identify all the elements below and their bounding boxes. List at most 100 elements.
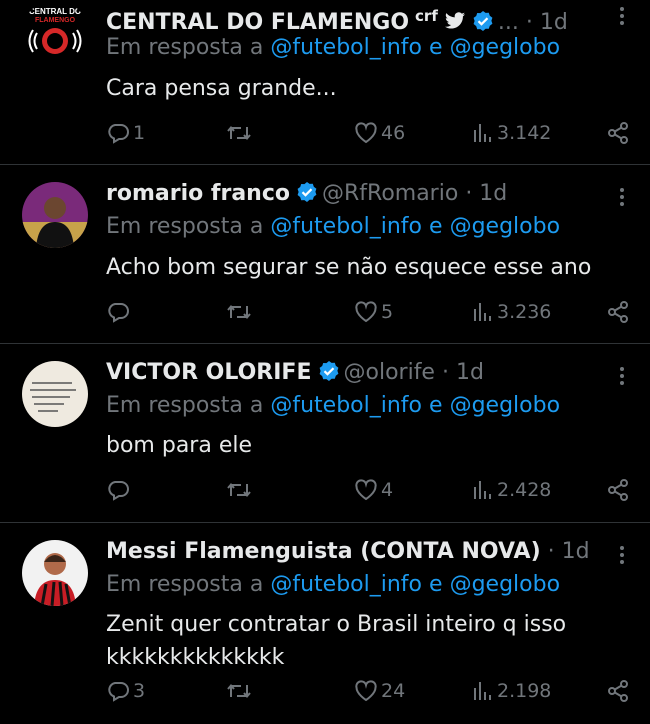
user-handle[interactable]: @olorife (344, 360, 435, 385)
reply-button[interactable]: 3 (106, 676, 145, 706)
avatar[interactable] (22, 540, 88, 606)
views-icon (474, 481, 491, 499)
share-icon (608, 301, 628, 323)
tweet-text: bom para ele (106, 433, 252, 458)
reply-button[interactable] (106, 297, 133, 327)
like-icon (355, 122, 377, 144)
share-button[interactable] (606, 475, 630, 505)
mention-link[interactable]: @futebol_info (270, 572, 422, 597)
display-name[interactable]: CENTRAL DO FLAMENGO (106, 10, 409, 35)
reply-button[interactable] (106, 475, 133, 505)
user-handle[interactable]: @RfRomario (322, 181, 458, 206)
timestamp[interactable]: · 1d (442, 360, 484, 385)
mention-conjunction: e (429, 35, 443, 60)
like-icon (355, 479, 377, 501)
reply-count: 3 (133, 680, 146, 702)
views-count: 2.198 (497, 680, 552, 702)
mention-link[interactable]: @geglobo (450, 35, 560, 60)
tweet-actions: 3 24 2.198 (106, 676, 630, 706)
more-options-icon[interactable] (620, 364, 626, 388)
retweet-icon (227, 304, 251, 320)
views-icon (474, 124, 491, 142)
reply-icon (108, 303, 129, 323)
like-button[interactable]: 5 (354, 297, 393, 327)
tweet-header: VICTOR OLORIFE @olorife · 1d (106, 359, 610, 390)
display-name[interactable]: romario franco (106, 181, 290, 206)
mention-conjunction: e (429, 393, 443, 418)
name-suffix: crf (415, 7, 438, 25)
timestamp[interactable]: · 1d (465, 181, 507, 206)
views-button[interactable]: 3.236 (472, 297, 551, 327)
avatar[interactable]: CENTRAL DO FLAMENGO (22, 0, 88, 66)
tweet-actions: 5 3.236 (106, 297, 630, 327)
views-button[interactable]: 2.198 (472, 676, 551, 706)
retweet-icon (227, 125, 251, 141)
retweet-button[interactable] (226, 118, 255, 148)
verified-badge-icon (318, 360, 340, 390)
reply-icon (108, 124, 129, 144)
tweet-card[interactable]: romario franco @RfRomario · 1d Em respost… (0, 165, 650, 344)
share-button[interactable] (606, 118, 630, 148)
avatar-logo-text-bottom: FLAMENGO (35, 17, 76, 24)
more-options-icon[interactable] (620, 4, 626, 28)
views-button[interactable]: 2.428 (472, 475, 551, 505)
like-count: 5 (381, 301, 394, 323)
more-options-icon[interactable] (620, 185, 626, 209)
avatar[interactable] (22, 182, 88, 248)
user-handle[interactable]: ... (498, 10, 519, 35)
like-icon (355, 680, 377, 702)
timestamp[interactable]: · 1d (526, 10, 568, 35)
retweet-button[interactable] (226, 475, 255, 505)
display-name[interactable]: Messi Flamenguista (CONTA NOVA) (106, 539, 541, 564)
tweet-header: Messi Flamenguista (CONTA NOVA) · 1d (106, 538, 610, 566)
reply-button[interactable]: 1 (106, 118, 145, 148)
like-button[interactable]: 46 (354, 118, 405, 148)
timestamp[interactable]: · 1d (548, 539, 590, 564)
reply-prefix: Em resposta a (106, 214, 264, 239)
share-icon (608, 122, 628, 144)
mention-link[interactable]: @geglobo (450, 572, 560, 597)
verified-badge-icon (296, 181, 318, 211)
like-button[interactable]: 24 (354, 676, 405, 706)
retweet-icon (227, 683, 251, 699)
like-icon (355, 301, 377, 323)
mention-link[interactable]: @futebol_info (270, 214, 422, 239)
tweet-actions: 4 2.428 (106, 475, 630, 505)
share-icon (608, 479, 628, 501)
mention-link[interactable]: @futebol_info (270, 393, 422, 418)
share-button[interactable] (606, 297, 630, 327)
retweet-icon (227, 482, 251, 498)
avatar-logo-text-top: CENTRAL DO (29, 7, 81, 16)
reply-prefix: Em resposta a (106, 572, 264, 597)
mention-conjunction: e (429, 572, 443, 597)
share-button[interactable] (606, 676, 630, 706)
retweet-button[interactable] (226, 297, 255, 327)
more-options-icon[interactable] (620, 543, 626, 567)
like-button[interactable]: 4 (354, 475, 393, 505)
reply-context: Em resposta a @futebol_info e @geglobo (106, 571, 560, 599)
views-count: 3.236 (497, 301, 552, 323)
tweet-card[interactable]: VICTOR OLORIFE @olorife · 1d Em resposta … (0, 344, 650, 523)
mention-conjunction: e (429, 214, 443, 239)
reply-count: 1 (133, 122, 146, 144)
tweet-text: Zenit quer contratar o Brasil inteiro q … (106, 612, 567, 670)
tweet-text: Cara pensa grande... (106, 76, 337, 101)
views-count: 3.142 (497, 122, 552, 144)
tweet-actions: 1 46 3.142 (106, 118, 630, 148)
mention-link[interactable]: @geglobo (450, 393, 560, 418)
mention-link[interactable]: @geglobo (450, 214, 560, 239)
display-name[interactable]: VICTOR OLORIFE (106, 360, 312, 385)
share-icon (608, 680, 628, 702)
reply-prefix: Em resposta a (106, 393, 264, 418)
views-button[interactable]: 3.142 (472, 118, 551, 148)
tweet-header: romario franco @RfRomario · 1d (106, 180, 610, 211)
avatar[interactable] (22, 361, 88, 427)
reply-context: Em resposta a @futebol_info e @geglobo (106, 213, 560, 241)
views-count: 2.428 (497, 479, 552, 501)
tweet-card[interactable]: CENTRAL DO FLAMENGO CENTRAL DO FLAMENGO c… (0, 0, 650, 165)
tweet-card[interactable]: Messi Flamenguista (CONTA NOVA) · 1d Em … (0, 523, 650, 724)
reply-icon (108, 481, 129, 501)
retweet-button[interactable] (226, 676, 255, 706)
views-icon (474, 682, 491, 700)
mention-link[interactable]: @futebol_info (270, 35, 422, 60)
